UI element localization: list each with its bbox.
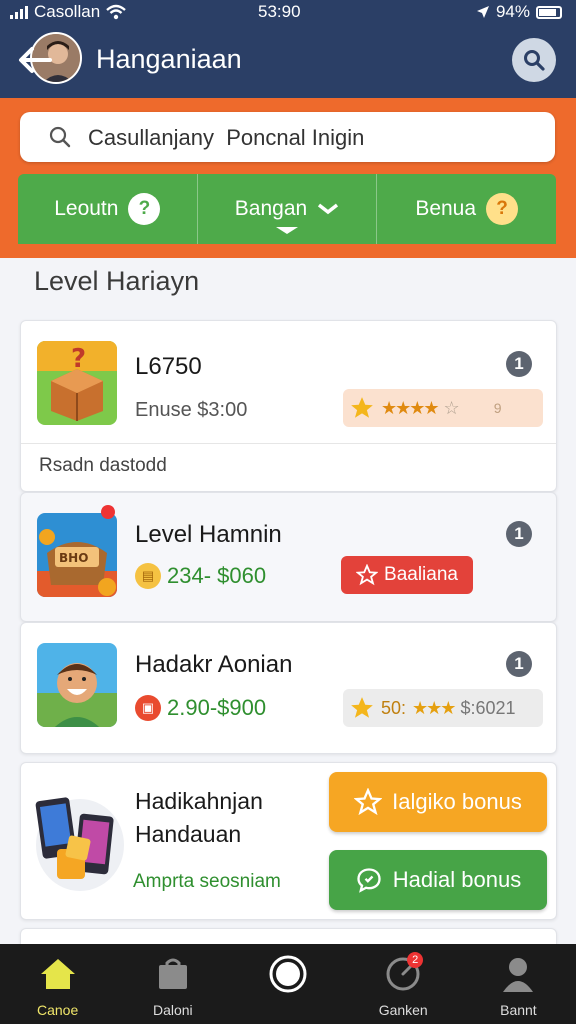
status-button-label: Baaliana: [384, 564, 458, 585]
help-badge: ?: [486, 193, 519, 225]
section-title: Level Hariayn: [34, 266, 200, 296]
chat-bubble-icon: [357, 868, 381, 893]
star-icon: [351, 397, 373, 418]
item-price: 2.90-$900: [167, 695, 267, 720]
count-badge: 1: [506, 651, 532, 677]
page-title: Hanganiaan: [96, 44, 242, 74]
star-outline-icon: ☆: [443, 397, 460, 418]
count-badge: 1: [506, 521, 532, 547]
bonus-button-label: Ialgiko bonus: [392, 789, 522, 814]
item-price: 234- $060: [167, 563, 267, 588]
rating-pill: 50: ★★★ $:6021: [343, 689, 543, 727]
clock: 53:90: [258, 2, 301, 21]
svg-text:?: ?: [71, 344, 86, 374]
search-bar[interactable]: [20, 112, 555, 162]
star-badge-icon: [354, 788, 383, 816]
record-circle-icon: [269, 955, 307, 993]
signal-icon: [10, 5, 28, 19]
battery-icon: [536, 5, 562, 19]
promo-title-line2: Handauan: [135, 821, 242, 847]
item-footer: Rsadn dastodd: [39, 455, 167, 476]
tab-label: Benua: [415, 197, 477, 220]
tab-leoutn[interactable]: Leoutn ?: [18, 174, 197, 244]
tab-bangan[interactable]: Bangan: [196, 174, 377, 244]
location-arrow-icon: [476, 6, 489, 18]
divider: [21, 443, 556, 444]
rating-value: $:6021: [460, 697, 516, 718]
rating-text: 9: [493, 400, 502, 416]
coin-icon: ▤: [135, 563, 161, 589]
price-row: ▣ 2.90-$900: [135, 695, 266, 721]
coin-icon: ▣: [135, 695, 161, 721]
bottom-nav: Canoe Daloni 2 Ganken Bannt: [0, 944, 576, 1024]
bonus-button-label: Hadial bonus: [392, 867, 522, 892]
bonus-button-green[interactable]: Hadial bonus: [329, 850, 547, 910]
help-badge: ?: [128, 193, 161, 225]
search-icon: [49, 126, 71, 148]
search-input[interactable]: [86, 122, 540, 154]
nav-label: Canoe: [36, 1002, 79, 1018]
nav-label: Daloni: [152, 1002, 193, 1018]
nav-item-home[interactable]: Canoe: [0, 944, 115, 1024]
count-badge: 1: [506, 351, 532, 377]
list-item[interactable]: ? L6750 Enuse $3:00 1 ★★★★ ☆ 9 Rsadn das…: [20, 320, 557, 492]
search-button[interactable]: [512, 38, 556, 82]
status-button[interactable]: Baaliana: [341, 556, 473, 594]
home-icon: [40, 959, 75, 989]
tab-label: Leoutn: [54, 197, 119, 220]
back-arrow-icon[interactable]: [14, 40, 54, 80]
person-icon: [503, 958, 534, 992]
nav-item-daloni[interactable]: Daloni: [115, 944, 230, 1024]
nav-item-center[interactable]: [230, 944, 345, 1024]
notification-dot: [101, 505, 115, 519]
item-name: L6750: [135, 353, 202, 380]
nav-label: Bannt: [500, 1002, 537, 1018]
promo-subtitle: Amprta seosniam: [133, 871, 281, 892]
nav-item-profile[interactable]: Bannt: [461, 944, 576, 1024]
tab-benua[interactable]: Benua ?: [376, 174, 556, 244]
carrier-name: Casollan: [34, 2, 101, 21]
bonus-button-orange[interactable]: Ialgiko bonus: [329, 772, 547, 832]
active-tab-indicator: [276, 227, 298, 234]
app-header: Hanganiaan: [0, 24, 576, 98]
status-bar: Casollan 53:90 94%: [0, 0, 576, 24]
star-icon: [356, 564, 379, 586]
tab-label: Bangan: [234, 197, 308, 220]
bag-icon: [158, 958, 187, 989]
list-item[interactable]: BHO Level Hamnin ▤ 234- $060 1 Baaliana: [20, 492, 557, 622]
nav-label: Ganken: [378, 1002, 428, 1018]
chevron-down-icon: [318, 203, 339, 215]
promo-illustration: [35, 785, 125, 895]
category-tabs: Leoutn ? Bangan Benua ?: [18, 174, 556, 244]
search-icon: [524, 50, 545, 71]
rating-stars: ★★★: [412, 697, 456, 718]
item-price: Enuse $3:00: [135, 399, 248, 421]
item-thumbnail: [37, 643, 117, 727]
nav-item-ganken[interactable]: 2 Ganken: [346, 944, 461, 1024]
list-item[interactable]: Hadakr Aonian ▣ 2.90-$900 1 50: ★★★ $:60…: [20, 622, 557, 754]
price-row: ▤ 234- $060: [135, 563, 266, 589]
item-thumbnail: BHO: [37, 513, 117, 597]
battery-percent: 94%: [495, 2, 530, 21]
rating-pill: ★★★★ ☆ 9: [343, 389, 543, 427]
item-thumbnail: ?: [37, 341, 117, 425]
svg-text:BHO: BHO: [59, 551, 88, 565]
promo-card: Hadikahnjan Handauan Amprta seosniam Ial…: [20, 762, 557, 920]
promo-title-line1: Hadikahnjan: [135, 788, 263, 814]
item-name: Hadakr Aonian: [135, 651, 293, 678]
wifi-icon: [106, 4, 126, 20]
star-icon: [351, 697, 373, 718]
rating-stars: ★★★★: [381, 397, 440, 418]
item-name: Level Hamnin: [135, 521, 282, 548]
rating-text: 50:: [381, 697, 407, 718]
